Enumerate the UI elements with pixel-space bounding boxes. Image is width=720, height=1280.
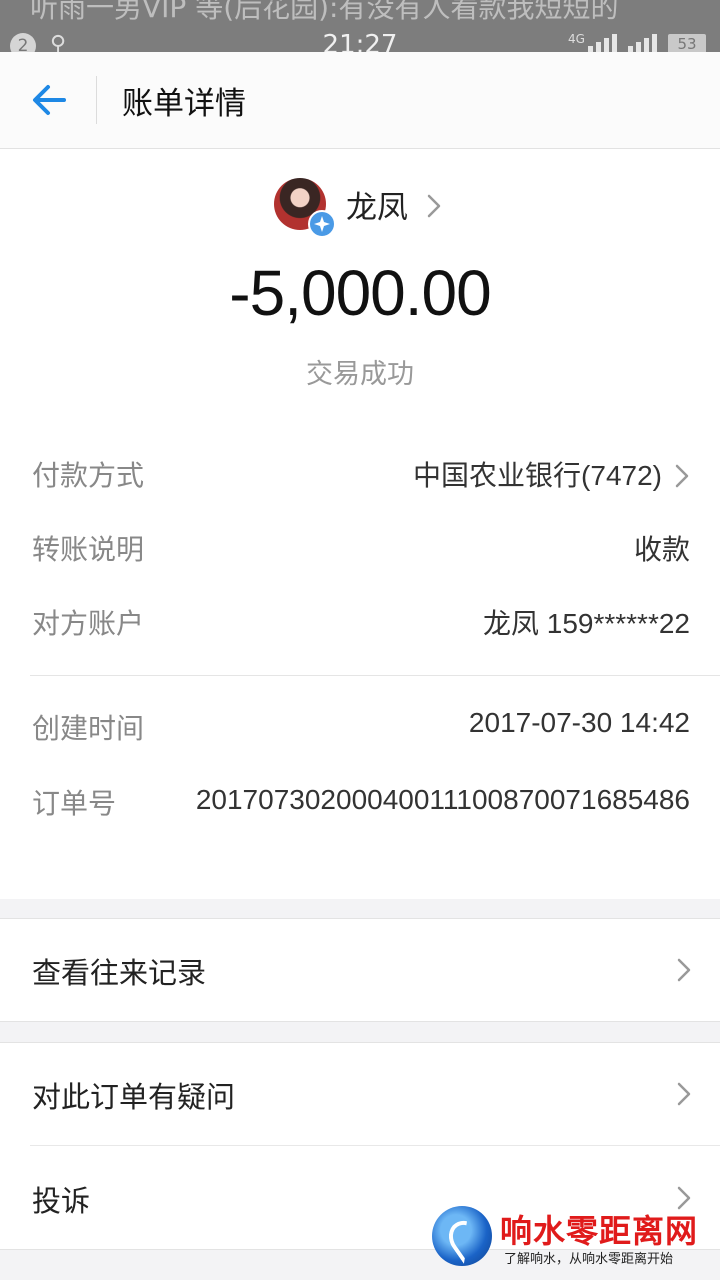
watermark-title: 响水零距离网 [500, 1212, 699, 1250]
separator [0, 1042, 720, 1043]
back-button[interactable] [28, 78, 72, 122]
status-bar: 听雨一男VIP 等(后花园):有没有人看款我短短的 2 ⚲ 21:27 4G 5… [0, 0, 720, 52]
network-type: 4G [568, 32, 585, 46]
chevron-right-icon [677, 1082, 691, 1106]
chevron-right-icon [427, 194, 441, 218]
transaction-amount: -5,000.00 [229, 257, 491, 329]
signal-icon-2 [628, 34, 657, 52]
created-time-label: 创建时间 [32, 712, 145, 745]
back-arrow-icon [33, 85, 66, 115]
verified-icon [308, 210, 336, 238]
page-title: 账单详情 [122, 86, 246, 122]
separator [0, 1021, 720, 1022]
app-header: 账单详情 [0, 52, 720, 149]
order-number-label: 订单号 [32, 787, 117, 820]
payee-link[interactable]: 龙凤 [274, 178, 442, 238]
payment-method-text: 中国农业银行(7472) [413, 460, 662, 491]
payment-method-value[interactable]: 中国农业银行(7472) [413, 454, 690, 494]
details-divider [30, 675, 720, 676]
order-number-value: 20170730200040011100870071685486 [195, 784, 690, 815]
view-history-item[interactable]: 查看往来记录 [0, 918, 720, 1022]
counterparty-account-label: 对方账户 [32, 607, 145, 640]
order-question-label: 对此订单有疑问 [32, 1080, 236, 1114]
transfer-note-label: 转账说明 [32, 533, 145, 566]
site-watermark: 响水零距离网 了解响水，从响水零距离开始 [430, 1200, 720, 1280]
counterparty-account-value: 龙凤 159******22 [482, 608, 690, 639]
order-question-item[interactable]: 对此订单有疑问 [0, 1042, 720, 1146]
payee-name: 龙凤 [346, 189, 408, 226]
transfer-note-value: 收款 [633, 534, 690, 565]
notification-ticker: 听雨一男VIP 等(后花园):有没有人看款我短短的 [30, 0, 619, 24]
header-divider [96, 76, 97, 124]
view-history-label: 查看往来记录 [32, 956, 207, 990]
chevron-right-icon [675, 464, 689, 487]
watermark-logo-icon [432, 1206, 492, 1266]
created-time-value: 2017-07-30 14:42 [468, 707, 690, 738]
avatar [274, 178, 336, 238]
payment-method-label: 付款方式 [32, 459, 145, 492]
signal-icon [588, 34, 617, 52]
battery-icon: 53 [668, 34, 706, 52]
complaint-label: 投诉 [32, 1184, 91, 1218]
chevron-right-icon [677, 958, 691, 982]
separator [0, 918, 720, 919]
transaction-status: 交易成功 [306, 359, 414, 390]
watermark-subtitle: 了解响水，从响水零距离开始 [504, 1252, 674, 1267]
